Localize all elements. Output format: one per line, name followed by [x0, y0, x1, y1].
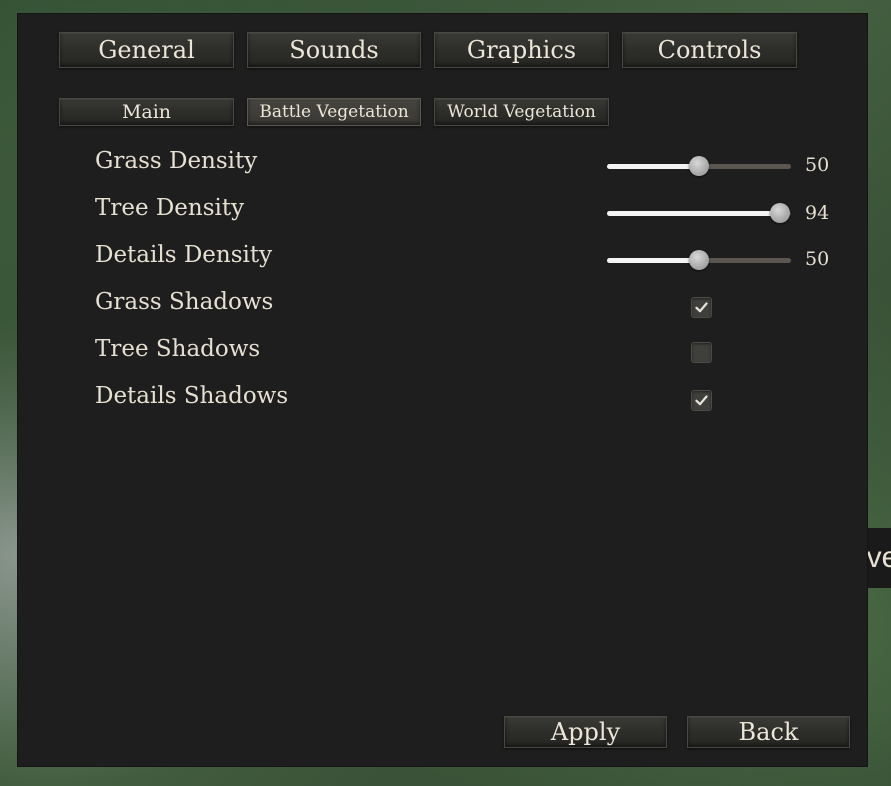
details-shadows-checkbox[interactable]: [691, 390, 712, 411]
tree-density-value: 94: [805, 202, 830, 224]
slider-fill: [607, 211, 780, 216]
tab-sounds[interactable]: Sounds: [247, 32, 421, 68]
slider-thumb[interactable]: [689, 250, 709, 270]
details-density-slider[interactable]: [607, 250, 791, 270]
grass-density-label: Grass Density: [95, 148, 258, 174]
subtab-world-vegetation[interactable]: World Vegetation: [434, 98, 609, 126]
tab-graphics[interactable]: Graphics: [434, 32, 609, 68]
slider-fill: [607, 164, 699, 169]
tab-general[interactable]: General: [59, 32, 234, 68]
grass-density-value: 50: [805, 154, 830, 176]
background-game-text: lve: [864, 528, 891, 588]
slider-fill: [607, 258, 699, 263]
subtab-battle-vegetation[interactable]: Battle Vegetation: [247, 98, 421, 126]
details-density-label: Details Density: [95, 242, 273, 268]
grass-density-slider[interactable]: [607, 156, 791, 176]
tree-shadows-checkbox[interactable]: [691, 342, 712, 363]
tree-density-label: Tree Density: [95, 195, 245, 221]
tab-controls[interactable]: Controls: [622, 32, 797, 68]
grass-shadows-label: Grass Shadows: [95, 289, 274, 315]
settings-panel: General Sounds Graphics Controls Main Ba…: [18, 14, 867, 766]
details-density-value: 50: [805, 248, 830, 270]
slider-thumb[interactable]: [769, 203, 790, 223]
tree-density-slider[interactable]: [607, 203, 791, 223]
details-shadows-label: Details Shadows: [95, 383, 289, 409]
tree-shadows-label: Tree Shadows: [95, 336, 261, 362]
back-button[interactable]: Back: [687, 716, 850, 748]
apply-button[interactable]: Apply: [504, 716, 667, 748]
grass-shadows-checkbox[interactable]: [691, 297, 712, 318]
slider-thumb[interactable]: [689, 156, 709, 176]
subtab-main[interactable]: Main: [59, 98, 234, 126]
